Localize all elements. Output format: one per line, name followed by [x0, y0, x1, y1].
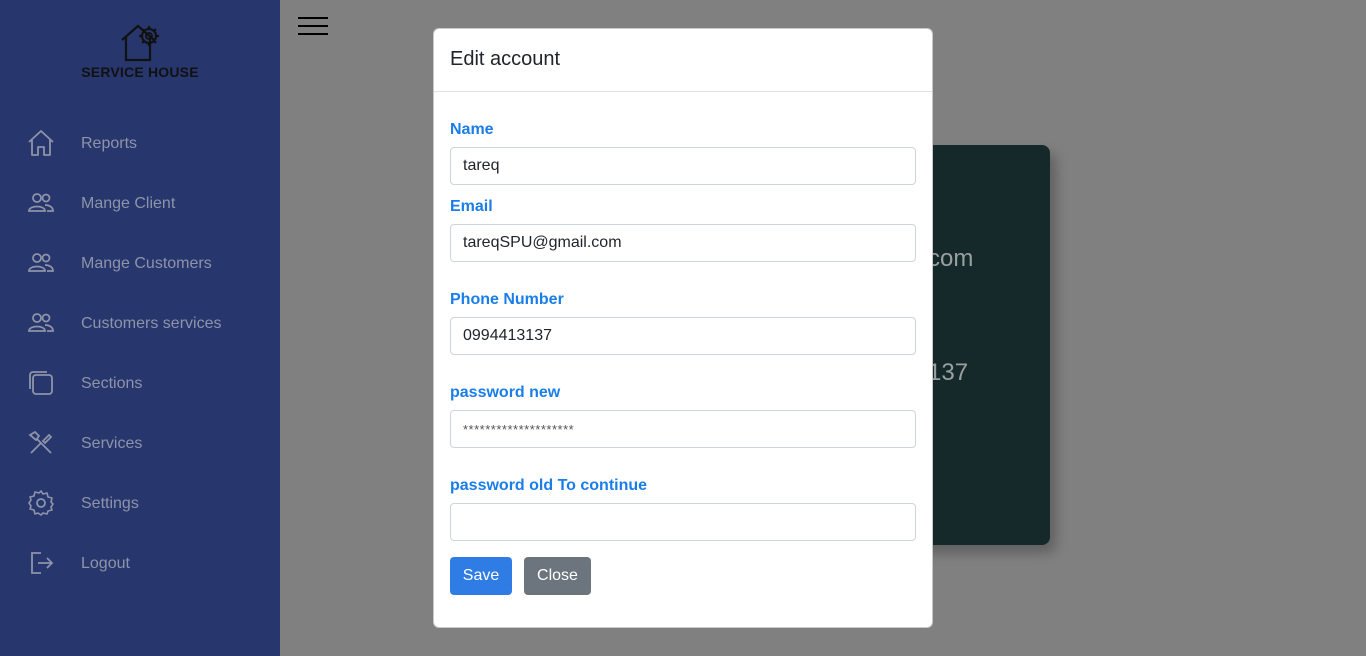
sidebar-item-label: Mange Customers	[81, 255, 212, 272]
close-button[interactable]: Close	[524, 557, 591, 595]
sidebar-item-services[interactable]: Services	[0, 414, 280, 474]
home-icon	[28, 130, 54, 156]
layers-icon	[29, 371, 53, 395]
menu-toggle-button[interactable]	[298, 17, 328, 39]
card-phone-text: 137	[928, 359, 969, 386]
sidebar-item-reports[interactable]: Reports	[0, 114, 280, 174]
sidebar-item-mange-customers[interactable]: Mange Customers	[0, 234, 280, 294]
sidebar-item-label: Services	[81, 435, 143, 452]
edit-account-modal: Edit account Name Email Phone Number pas…	[433, 28, 933, 628]
name-label: Name	[450, 121, 494, 138]
sidebar-item-settings[interactable]: Settings	[0, 474, 280, 534]
service-house-logo-icon	[121, 24, 159, 62]
sidebar: SERVICE HOUSE Reports Mange Client Mange…	[0, 0, 280, 656]
sidebar-item-label: Settings	[81, 495, 139, 512]
sidebar-item-customers-services[interactable]: Customers services	[0, 294, 280, 354]
logo-text: SERVICE HOUSE	[81, 64, 199, 80]
gear-icon	[28, 490, 54, 516]
sidebar-item-label: Mange Client	[81, 195, 176, 212]
users-icon	[28, 253, 54, 272]
sidebar-item-sections[interactable]: Sections	[0, 354, 280, 414]
password-new-field[interactable]	[450, 410, 916, 448]
sidebar-item-label: Reports	[81, 135, 138, 152]
save-button[interactable]: Save	[450, 557, 512, 595]
password-new-label: password new	[450, 384, 561, 401]
phone-field[interactable]	[450, 317, 916, 355]
sidebar-item-label: Sections	[81, 375, 143, 392]
card-email-text: com	[928, 245, 974, 272]
password-old-label: password old To continue	[450, 477, 648, 494]
email-label: Email	[450, 198, 493, 215]
sidebar-nav: Reports Mange Client Mange Customers Cus…	[0, 114, 280, 594]
password-old-field[interactable]	[450, 503, 916, 541]
logo[interactable]: SERVICE HOUSE	[0, 18, 280, 80]
logout-icon	[31, 552, 54, 574]
modal-title: Edit account	[450, 48, 561, 70]
sidebar-item-mange-client[interactable]: Mange Client	[0, 174, 280, 234]
sidebar-item-logout[interactable]: Logout	[0, 534, 280, 594]
users-icon	[28, 313, 54, 332]
name-field[interactable]	[450, 147, 916, 185]
phone-label: Phone Number	[450, 291, 564, 308]
sidebar-item-label: Customers services	[81, 315, 222, 332]
email-field[interactable]	[450, 224, 916, 262]
modal-header: Edit account	[434, 29, 932, 92]
sidebar-item-label: Logout	[81, 555, 130, 572]
users-icon	[28, 193, 54, 212]
tools-icon	[28, 430, 53, 454]
